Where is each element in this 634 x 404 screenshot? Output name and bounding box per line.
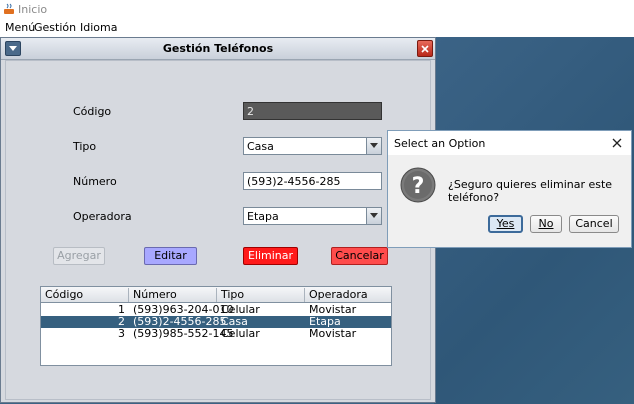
dialog-title: Select an Option xyxy=(394,137,486,150)
eliminar-button[interactable]: Eliminar xyxy=(243,247,298,265)
column-header-operadora[interactable]: Operadora xyxy=(305,288,391,302)
table-header: Código Número Tipo Operadora xyxy=(41,287,391,303)
cell-codigo: 3 xyxy=(118,327,125,340)
agregar-button[interactable]: Agregar xyxy=(53,247,105,265)
menu-menu[interactable]: Menú xyxy=(5,21,35,34)
chevron-down-icon[interactable] xyxy=(366,138,381,154)
tipo-value: Casa xyxy=(247,140,274,153)
yes-label: Yes xyxy=(496,217,515,230)
window-title: Inicio xyxy=(18,3,48,16)
cell-operadora: Movistar xyxy=(309,327,357,340)
editar-button[interactable]: Editar xyxy=(144,247,197,265)
operadora-value: Etapa xyxy=(247,210,279,223)
tipo-label: Tipo xyxy=(73,140,97,153)
cancelar-button[interactable]: Cancelar xyxy=(331,247,388,265)
no-button[interactable]: No xyxy=(530,215,562,233)
cell-numero: (593)985-552-145 xyxy=(133,327,234,340)
dialog-titlebar[interactable]: Select an Option xyxy=(388,131,631,155)
yes-button[interactable]: Yes xyxy=(488,215,523,233)
window-titlebar: Inicio xyxy=(0,0,634,18)
dialog-message: ¿Seguro quieres eliminar este teléfono? xyxy=(448,178,613,204)
cell-tipo: Celular xyxy=(221,327,260,340)
menu-gestion[interactable]: Gestión xyxy=(34,21,76,34)
frame-close-icon[interactable] xyxy=(417,40,433,57)
menubar: Menú Gestión Idioma xyxy=(0,18,634,38)
frame-title: Gestión Teléfonos xyxy=(162,42,274,55)
svg-text:?: ? xyxy=(412,174,425,199)
question-icon: ? xyxy=(400,167,436,203)
tipo-combobox[interactable]: Casa xyxy=(243,137,382,155)
java-app-icon xyxy=(4,3,14,14)
codigo-label: Código xyxy=(73,105,112,118)
confirm-dialog: Select an Option ? ¿Seguro quieres elimi… xyxy=(387,130,632,248)
column-header-tipo[interactable]: Tipo xyxy=(217,288,305,302)
close-icon[interactable] xyxy=(610,136,624,150)
numero-label: Número xyxy=(73,175,117,188)
no-label: No xyxy=(538,217,554,230)
operadora-combobox[interactable]: Etapa xyxy=(243,207,382,225)
column-header-numero[interactable]: Número xyxy=(129,288,217,302)
table-row[interactable]: 3 (593)985-552-145 Celular Movistar xyxy=(41,327,391,340)
telefonos-table[interactable]: Código Número Tipo Operadora 1 (593)963-… xyxy=(40,286,392,366)
operadora-label: Operadora xyxy=(73,210,132,223)
codigo-field: 2 xyxy=(243,102,382,120)
frame-titlebar[interactable]: Gestión Teléfonos xyxy=(1,38,435,60)
numero-field[interactable]: (593)2-4556-285 xyxy=(243,172,382,190)
chevron-down-icon[interactable] xyxy=(366,208,381,224)
cancel-button[interactable]: Cancel xyxy=(569,215,619,233)
menu-idioma[interactable]: Idioma xyxy=(80,21,117,34)
column-header-codigo[interactable]: Código xyxy=(41,288,129,302)
